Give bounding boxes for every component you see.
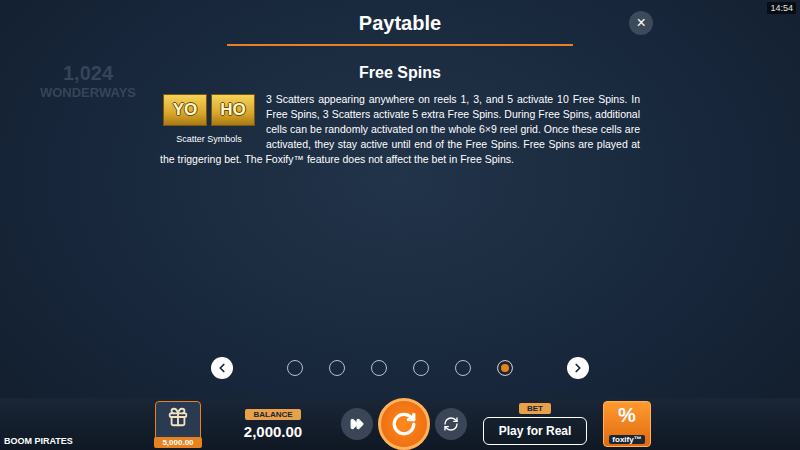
spin-controls <box>341 398 467 450</box>
scatter-symbol: HO <box>211 94 255 126</box>
bottom-bar: BOOM PIRATES5,000.00 BALANCE 2,000.00 BET Pl… <box>0 398 800 450</box>
section-title: Free Spins <box>160 64 640 82</box>
gift-amount: 5,000.00 <box>154 437 202 448</box>
chevron-left-icon <box>215 361 229 375</box>
gift-icon <box>167 406 189 428</box>
clock: 14:54 <box>767 2 796 14</box>
bet-label: BET <box>519 403 551 414</box>
gift-button[interactable]: 5,000.00 <box>155 401 201 447</box>
page-dot[interactable] <box>497 360 513 376</box>
ways-count: 1,024 <box>63 62 113 85</box>
page-dot[interactable] <box>329 360 345 376</box>
autoplay-icon <box>443 416 459 432</box>
symbol-row: YOHO <box>163 94 255 126</box>
header: Paytable × <box>0 0 800 44</box>
symbol-caption: Scatter Symbols <box>176 134 242 144</box>
fast-forward-icon <box>350 417 364 431</box>
play-for-real-button[interactable]: Play for Real <box>483 417 587 445</box>
spin-icon <box>391 411 417 437</box>
balance-value: 2,000.00 <box>244 423 302 440</box>
autoplay-button[interactable] <box>435 408 467 440</box>
turbo-button[interactable] <box>341 408 373 440</box>
scatter-symbols: YOHO Scatter Symbols <box>160 94 258 144</box>
foxify-button[interactable]: % foxify™ <box>603 401 651 447</box>
foxify-label: foxify™ <box>609 435 644 444</box>
next-page-button[interactable] <box>567 357 589 379</box>
scatter-symbol: YO <box>163 94 207 126</box>
page-dots <box>287 360 513 376</box>
close-button[interactable]: × <box>629 11 653 35</box>
free-spins-section: Free SpinsYOHOScatter Symbols3 Scatters … <box>160 46 640 354</box>
ways-label: WONDERWAYS <box>40 85 136 100</box>
foxify-symbol: % <box>618 405 636 425</box>
game-name: BOOM PIRATES <box>4 436 155 450</box>
balance: BALANCE 2,000.00 <box>235 409 311 440</box>
prev-page-button[interactable] <box>211 357 233 379</box>
title-underline <box>227 44 573 46</box>
page-dot[interactable] <box>455 360 471 376</box>
chevron-right-icon <box>571 361 585 375</box>
page-dot[interactable] <box>413 360 429 376</box>
bet: BET Play for Real <box>483 403 587 445</box>
paytable-screen: 1,024WONDERWAYS 14:54 Paytable × Free Spins Y… <box>0 0 800 450</box>
spin-button[interactable] <box>378 398 430 450</box>
page-dot[interactable] <box>287 360 303 376</box>
ways-display: 1,024WONDERWAYS <box>18 62 158 100</box>
balance-label: BALANCE <box>245 409 300 420</box>
page-dot[interactable] <box>371 360 387 376</box>
pagination <box>0 354 800 382</box>
paytable-title: Paytable <box>359 12 441 35</box>
